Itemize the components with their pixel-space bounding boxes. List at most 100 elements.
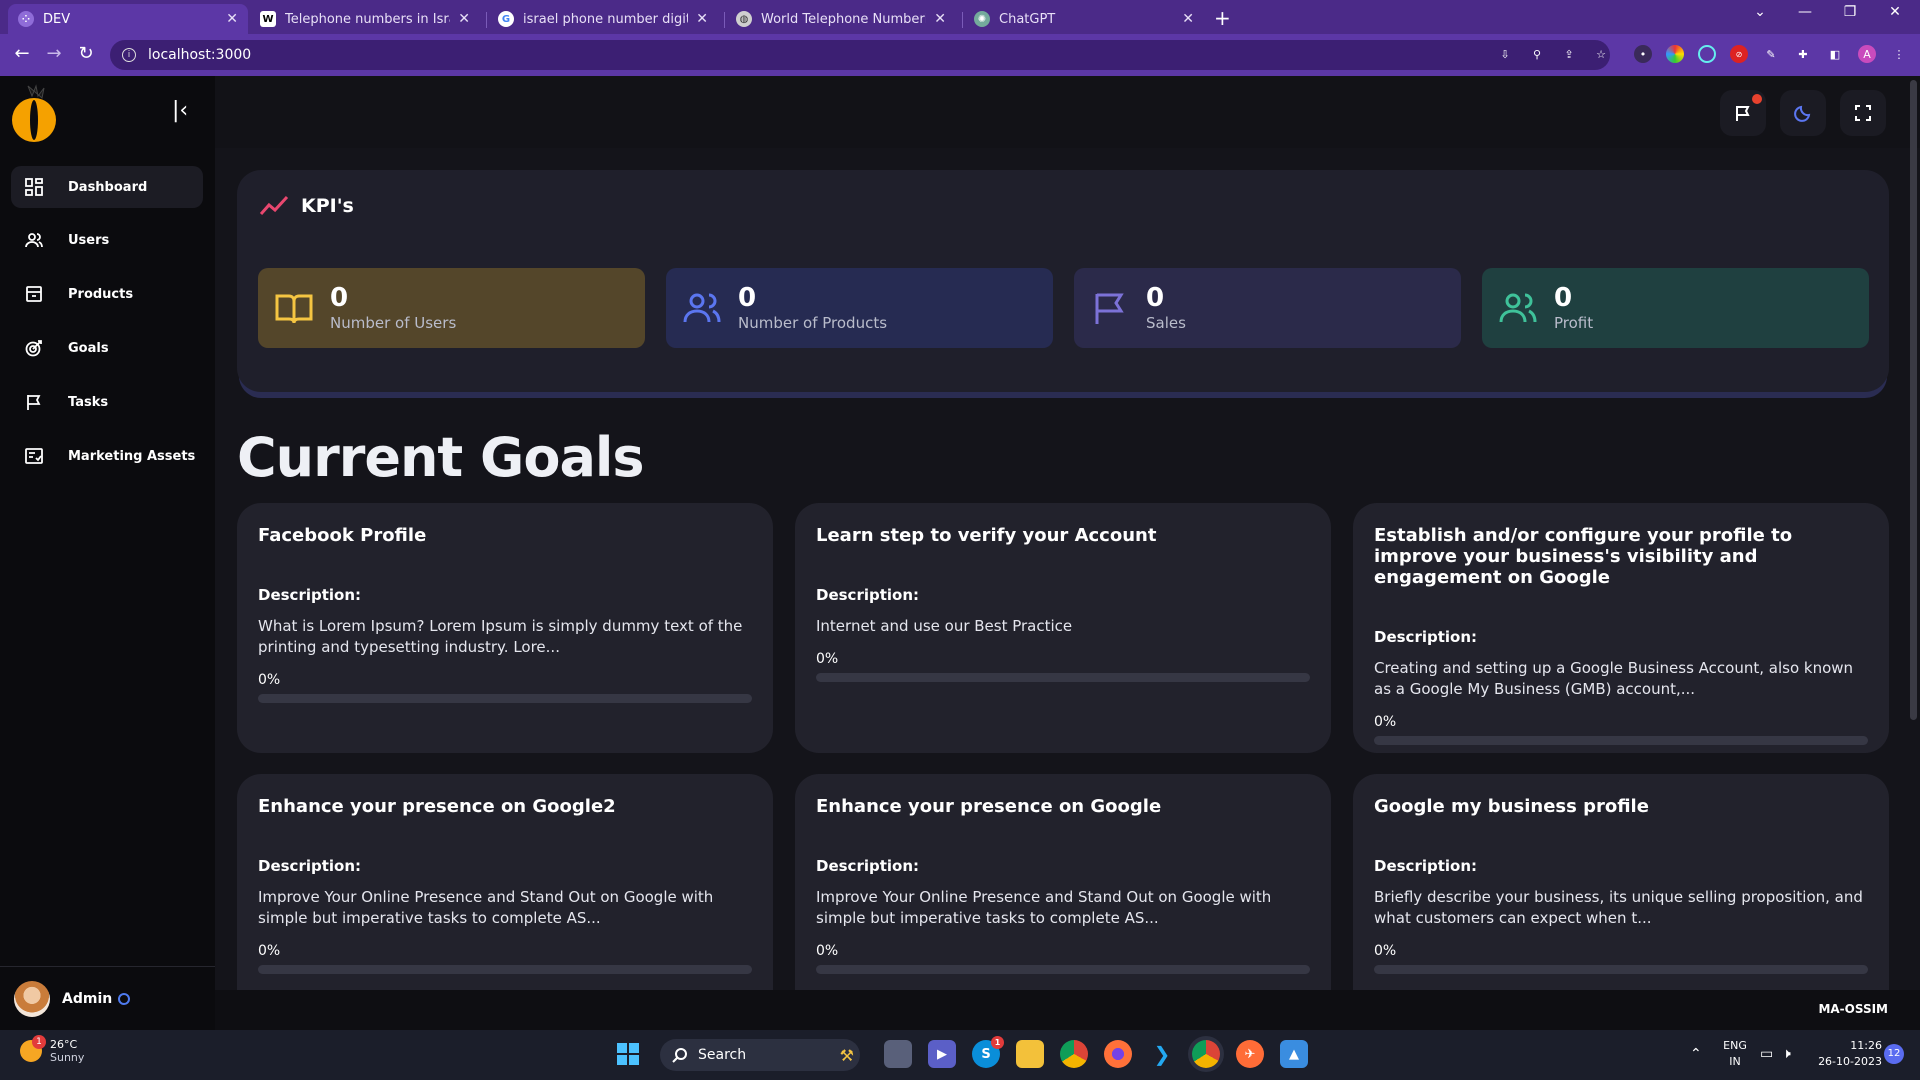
kpi-card-users: 0 Number of Users — [258, 268, 645, 348]
adblock-extension-icon[interactable]: ⊘ — [1730, 45, 1748, 63]
network-icon[interactable]: ▭ — [1760, 1046, 1773, 1062]
avatar — [14, 980, 50, 1017]
new-tab-button[interactable]: + — [1214, 6, 1231, 30]
time: 11:26 — [1850, 1039, 1882, 1052]
notification-count-badge[interactable]: 12 — [1884, 1044, 1904, 1064]
side-panel-icon[interactable]: ◧ — [1826, 45, 1844, 63]
sidebar-item-marketing-assets[interactable]: Marketing Assets — [11, 435, 203, 477]
app-footer: MA-OSSIM — [215, 990, 1920, 1030]
teams-icon[interactable]: ▶ — [928, 1040, 956, 1068]
browser-tab[interactable]: ⁘ DEV ✕ — [8, 4, 248, 34]
file-explorer-icon[interactable] — [1016, 1040, 1044, 1068]
language-indicator[interactable]: ENG IN — [1720, 1038, 1750, 1070]
browser-tab[interactable]: W Telephone numbers in Israel - W ✕ — [250, 4, 480, 34]
browser-tab[interactable]: ✺ ChatGPT ✕ — [964, 4, 1204, 34]
moon-icon — [1794, 105, 1811, 122]
color-picker-extension-icon[interactable] — [1666, 45, 1684, 63]
date: 26-10-2023 — [1818, 1055, 1882, 1068]
fullscreen-button[interactable] — [1840, 90, 1886, 136]
skype-badge: 1 — [991, 1036, 1004, 1049]
skype-icon[interactable]: S1 — [972, 1036, 1004, 1068]
task-view-icon[interactable] — [884, 1040, 912, 1068]
postman-icon[interactable]: ✈ — [1236, 1040, 1264, 1068]
goal-card[interactable]: Facebook Profile Description: What is Lo… — [237, 503, 773, 753]
page-title: Current Goals — [237, 426, 645, 489]
browser-tab-bar: ⁘ DEV ✕ W Telephone numbers in Israel - … — [0, 0, 1920, 34]
description-label: Description: — [258, 586, 362, 604]
goal-card[interactable]: Google my business profile Description: … — [1353, 774, 1889, 1024]
profile-avatar[interactable]: A — [1858, 45, 1876, 63]
progress-text: 0% — [1374, 943, 1397, 959]
close-window-icon[interactable]: ✕ — [1880, 4, 1910, 20]
site-info-icon[interactable]: i — [122, 48, 136, 62]
browser-tab[interactable]: G israel phone number digits - Go ✕ — [488, 4, 718, 34]
address-bar[interactable]: i localhost:3000 — [110, 40, 1610, 70]
wikipedia-icon: W — [260, 11, 276, 27]
progress-bar — [1374, 965, 1868, 974]
trend-up-icon — [259, 195, 289, 215]
users-icon — [1496, 286, 1540, 330]
zoom-icon[interactable]: ⚲ — [1528, 45, 1546, 63]
taskbar-search[interactable]: Search ⚒ — [660, 1039, 860, 1071]
forward-icon[interactable]: → — [42, 43, 66, 64]
progress-bar — [1374, 736, 1868, 745]
sidebar-item-goals[interactable]: Goals — [11, 327, 203, 369]
back-icon[interactable]: ← — [10, 43, 34, 64]
browser-tab[interactable]: ◍ World Telephone Numbering Gu ✕ — [726, 4, 956, 34]
kpi-value: 0 — [330, 283, 349, 313]
url-text: localhost:3000 — [148, 47, 252, 63]
close-tab-icon[interactable]: ✕ — [458, 11, 470, 27]
vscode-icon[interactable]: ❯ — [1148, 1040, 1176, 1068]
flag-icon — [1088, 286, 1132, 330]
close-tab-icon[interactable]: ✕ — [696, 11, 708, 27]
book-icon — [272, 286, 316, 330]
sidebar-item-tasks[interactable]: Tasks — [11, 381, 203, 423]
weather-badge: 1 — [32, 1035, 46, 1049]
install-app-icon[interactable]: ⇩ — [1496, 45, 1514, 63]
firefox-icon[interactable] — [1104, 1040, 1132, 1068]
tab-search-icon[interactable]: ⌄ — [1745, 4, 1775, 20]
puzzle-extensions-icon[interactable]: ✚ — [1794, 45, 1812, 63]
photos-icon[interactable]: ▲ — [1280, 1040, 1308, 1068]
goal-title: Enhance your presence on Google2 — [258, 796, 616, 817]
restore-icon[interactable]: ❐ — [1835, 4, 1865, 20]
chrome-icon[interactable] — [1060, 1040, 1088, 1068]
notifications-button[interactable] — [1720, 90, 1766, 136]
weather-condition: Sunny — [50, 1051, 85, 1064]
windows-start-icon[interactable] — [614, 1040, 642, 1068]
goal-card[interactable]: Enhance your presence on Google2 Descrip… — [237, 774, 773, 1024]
chrome-active-icon[interactable] — [1192, 1040, 1220, 1068]
user-profile[interactable]: Admin — [0, 966, 215, 1030]
show-hidden-icons[interactable]: ⌃ — [1690, 1046, 1702, 1062]
bookmark-star-icon[interactable]: ☆ — [1592, 45, 1610, 63]
progress-text: 0% — [816, 943, 839, 959]
sidebar-item-users[interactable]: Users — [11, 219, 203, 261]
kpi-panel: KPI's 0 Number of Users 0 Number of Prod… — [237, 170, 1889, 392]
search-label: Search — [698, 1047, 747, 1063]
sidebar-item-dashboard[interactable]: Dashboard — [11, 166, 203, 208]
sidebar-item-products[interactable]: Products — [11, 273, 203, 315]
goal-card[interactable]: Enhance your presence on Google Descript… — [795, 774, 1331, 1024]
extension-icon[interactable]: • — [1634, 45, 1652, 63]
menu-kebab-icon[interactable]: ⋮ — [1890, 45, 1908, 63]
weather-widget[interactable]: 1 26°C Sunny — [20, 1035, 85, 1064]
goal-card[interactable]: Establish and/or configure your profile … — [1353, 503, 1889, 753]
theme-toggle-button[interactable] — [1780, 90, 1826, 136]
sidebar-item-label: Users — [68, 232, 110, 248]
eyedropper-extension-icon[interactable]: ✎ — [1762, 45, 1780, 63]
reload-icon[interactable]: ↻ — [74, 43, 98, 64]
close-tab-icon[interactable]: ✕ — [934, 11, 946, 27]
close-tab-icon[interactable]: ✕ — [226, 11, 238, 27]
close-tab-icon[interactable]: ✕ — [1182, 11, 1194, 27]
description-label: Description: — [1374, 628, 1478, 646]
minimize-icon[interactable]: — — [1790, 4, 1820, 20]
share-icon[interactable]: ⇪ — [1560, 45, 1578, 63]
page-scrollbar[interactable] — [1910, 80, 1917, 720]
collapse-sidebar-icon[interactable]: |‹ — [172, 98, 188, 123]
target-extension-icon[interactable] — [1698, 45, 1716, 63]
clock[interactable]: 11:26 26-10-2023 — [1812, 1038, 1882, 1070]
sidebar-item-label: Dashboard — [68, 179, 148, 195]
app-header — [215, 76, 1920, 148]
goal-card[interactable]: Learn step to verify your Account Descri… — [795, 503, 1331, 753]
volume-muted-icon[interactable]: 🕨 — [1782, 1046, 1791, 1062]
